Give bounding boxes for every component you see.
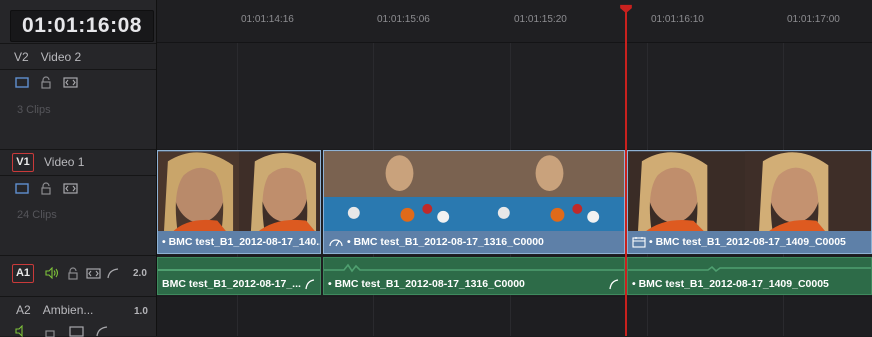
track-id-a2: A2 — [16, 303, 31, 317]
lane-v2[interactable] — [157, 43, 872, 149]
monitor-icon[interactable] — [14, 182, 30, 195]
curve-icon — [609, 279, 619, 290]
clip-label: • BMC test_B1_2012-08-17_140... — [158, 231, 320, 253]
track-controls-v1 — [0, 178, 156, 198]
track-header-panel: 01:01:16:08 V2 Video 2 3 Clips V1 Video … — [0, 0, 157, 337]
audio-waveform — [324, 263, 624, 273]
lock-icon[interactable] — [38, 75, 54, 89]
auto-select-icon[interactable] — [68, 325, 84, 337]
clip-label: • BMC test_B1_2012-08-17_1409_C0005 — [649, 236, 846, 248]
divider — [0, 175, 156, 176]
clip-label: BMC test_B1_2012-08-17_... — [162, 278, 301, 290]
clip-label: • BMC test_B1_2012-08-17_1316_C0000 — [347, 236, 544, 248]
playhead-line[interactable] — [625, 8, 627, 336]
video-clip[interactable]: • BMC test_B1_2012-08-17_1316_C0000 — [323, 150, 625, 254]
ruler-tick-label: 01:01:16:10 — [651, 14, 704, 25]
track-controls-a2 — [0, 325, 156, 337]
video-clip[interactable]: • BMC test_B1_2012-08-17_140... — [157, 150, 321, 254]
clip-thumbnail-image — [628, 151, 871, 233]
clip-label: • BMC test_B1_2012-08-17_1316_C0000 — [328, 278, 525, 290]
divider — [0, 149, 156, 150]
curve-icon[interactable] — [105, 267, 121, 280]
audio-clip[interactable]: • BMC test_B1_2012-08-17_1316_C0000 — [323, 257, 625, 295]
clip-label-row: • BMC test_B1_2012-08-17_1316_C0000 — [324, 231, 624, 253]
clip-thumbnails — [158, 151, 320, 233]
track-header-v1[interactable]: V1 Video 1 — [0, 151, 156, 173]
gain-a1[interactable]: 2.0 — [133, 268, 147, 279]
monitor-icon[interactable] — [14, 76, 30, 89]
calendar-icon — [632, 237, 646, 248]
lock-icon[interactable] — [38, 181, 54, 195]
audio-waveform — [628, 265, 871, 273]
track-id-v2: V2 — [14, 50, 29, 64]
track-name-v1[interactable]: Video 1 — [44, 155, 84, 169]
gain-a2[interactable]: 1.0 — [134, 306, 148, 317]
playhead-handle[interactable] — [618, 4, 634, 14]
clip-thumbnail-image — [158, 151, 320, 233]
timeline[interactable]: 01:01:14:16 01:01:15:06 01:01:15:20 01:0… — [157, 0, 872, 336]
ruler-tick-label: 01:01:17:00 — [787, 14, 840, 25]
speaker-icon[interactable] — [44, 267, 60, 280]
track-select-v1[interactable]: V1 — [12, 152, 34, 172]
lock-icon[interactable] — [65, 266, 81, 280]
clip-thumbnail-image — [324, 151, 624, 233]
curve-icon[interactable] — [94, 325, 110, 337]
clip-thumbnails — [628, 151, 871, 233]
audio-waveform — [158, 269, 320, 271]
divider — [0, 43, 156, 44]
clips-count-v1: 24 Clips — [17, 209, 57, 221]
auto-select-icon[interactable] — [62, 182, 78, 195]
auto-select-icon[interactable] — [85, 267, 101, 280]
track-name-a2[interactable]: Ambien... — [43, 303, 94, 317]
track-select-a1[interactable]: A1 — [12, 263, 34, 283]
divider — [0, 296, 156, 297]
clip-label-row: • BMC test_B1_2012-08-17_1409_C0005 — [628, 231, 871, 253]
track-name-v2[interactable]: Video 2 — [41, 50, 81, 64]
divider — [0, 69, 156, 70]
timecode-display[interactable]: 01:01:16:08 — [10, 10, 154, 42]
ruler-tick-label: 01:01:15:20 — [514, 14, 567, 25]
speaker-icon[interactable] — [14, 325, 30, 337]
divider — [0, 255, 156, 256]
clips-count-v2: 3 Clips — [17, 104, 51, 116]
ruler-tick-label: 01:01:14:16 — [241, 14, 294, 25]
curve-icon — [305, 279, 315, 290]
track-controls-v2 — [0, 72, 156, 92]
speed-icon — [329, 239, 343, 247]
lane-a2[interactable] — [157, 297, 872, 336]
clip-thumbnails — [324, 151, 624, 233]
track-header-v2[interactable]: V2 Video 2 — [0, 46, 156, 68]
video-clip[interactable]: • BMC test_B1_2012-08-17_1409_C0005 — [627, 150, 872, 254]
ruler-tick-label: 01:01:15:06 — [377, 14, 430, 25]
auto-select-icon[interactable] — [62, 76, 78, 89]
clip-label: • BMC test_B1_2012-08-17_1409_C0005 — [632, 278, 829, 290]
audio-clip[interactable]: • BMC test_B1_2012-08-17_1409_C0005 — [627, 257, 872, 295]
lock-icon[interactable] — [42, 325, 58, 337]
track-header-a2[interactable]: A2 Ambien... — [0, 299, 156, 321]
timeline-ruler[interactable]: 01:01:14:16 01:01:15:06 01:01:15:20 01:0… — [157, 0, 872, 43]
audio-clip[interactable]: BMC test_B1_2012-08-17_... — [157, 257, 321, 295]
